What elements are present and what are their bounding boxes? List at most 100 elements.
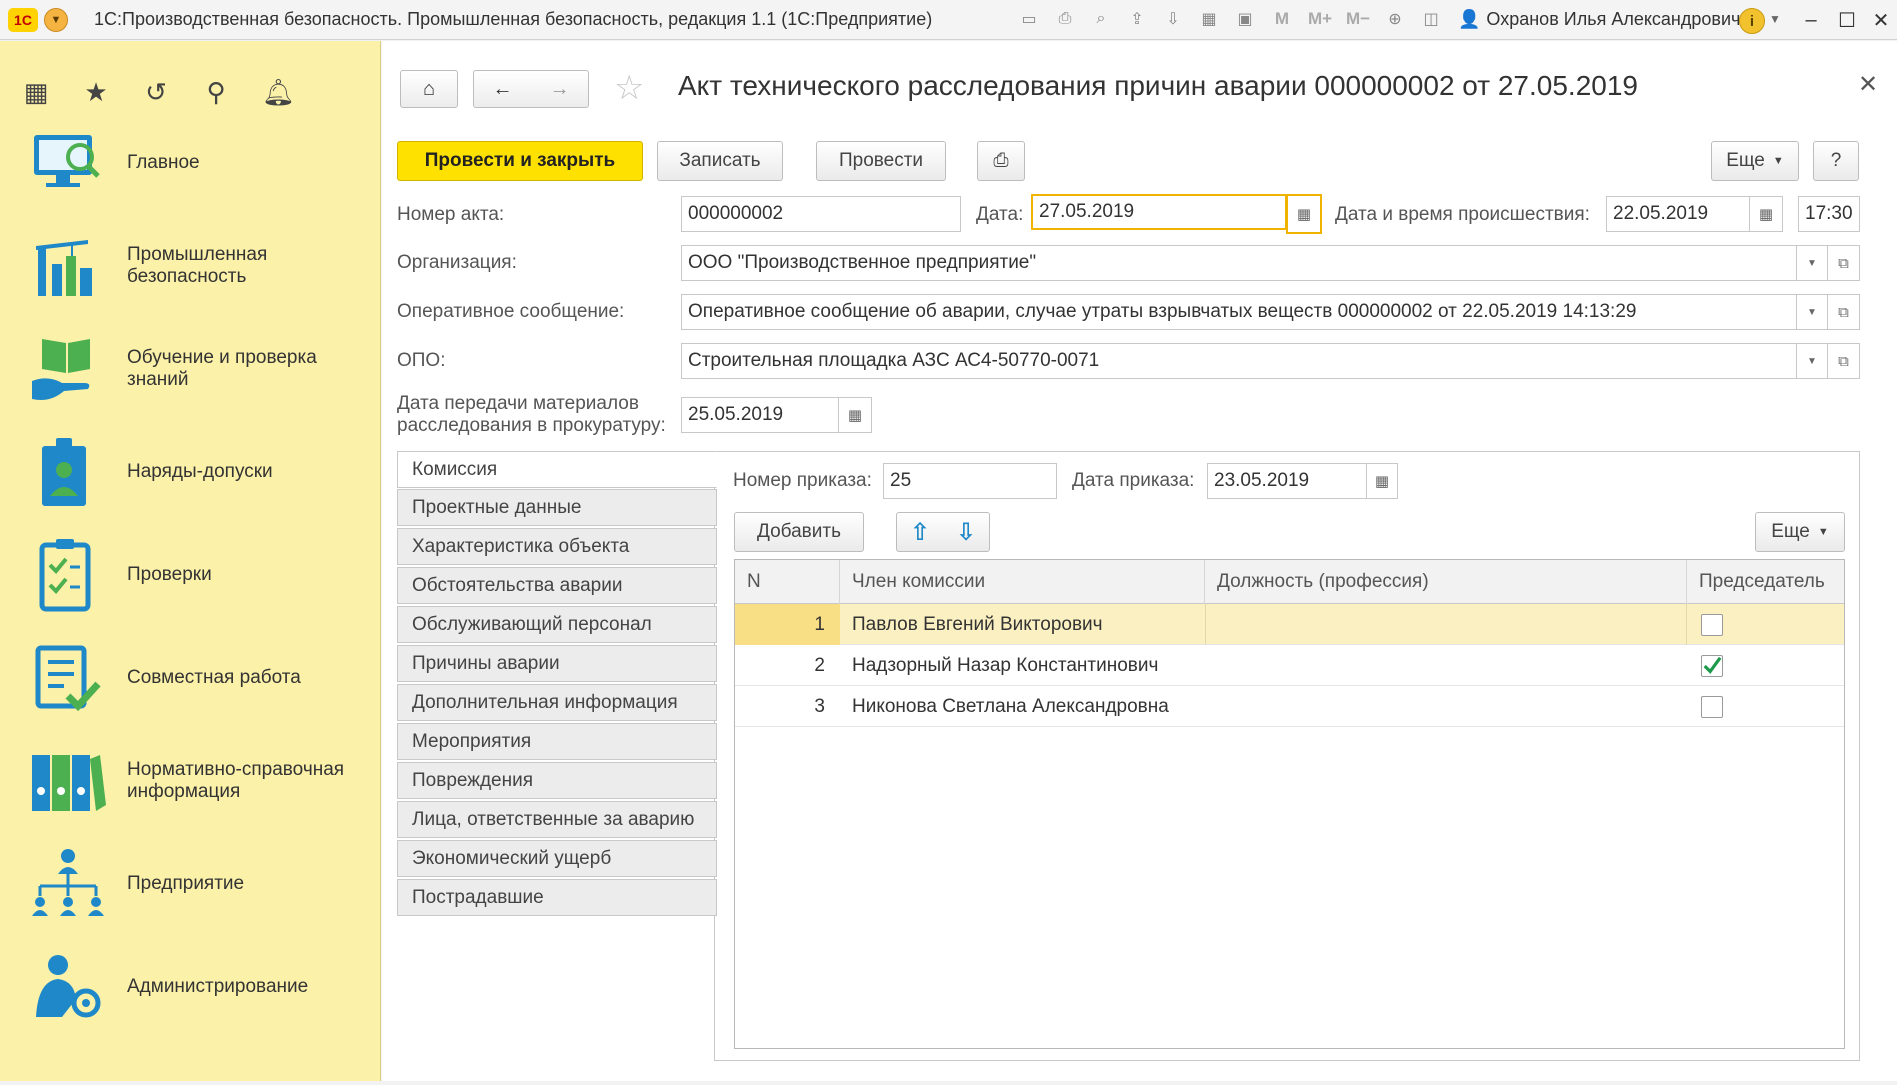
- member-name[interactable]: Надзорный Назар Константинович: [852, 645, 1158, 686]
- opo-input[interactable]: Строительная площадка АЗС АС4-50770-0071: [681, 343, 1797, 379]
- tab-economic-damage[interactable]: Экономический ущерб: [397, 840, 717, 877]
- tab-object-characteristics[interactable]: Характеристика объекта: [397, 528, 717, 565]
- memory-mminus-icon[interactable]: M−: [1344, 6, 1372, 32]
- table-row[interactable]: 2 Надзорный Назар Константинович: [735, 645, 1844, 686]
- column-header-chairman[interactable]: Председатель: [1687, 560, 1845, 604]
- table-row[interactable]: 1 Павлов Евгений Викторович: [735, 604, 1844, 645]
- dropdown-icon[interactable]: ▼: [1796, 245, 1828, 281]
- chairman-checkbox[interactable]: [1701, 614, 1723, 636]
- column-header-n[interactable]: N: [735, 560, 840, 604]
- apps-grid-icon[interactable]: ▦: [22, 77, 50, 108]
- incident-time-input[interactable]: 17:30: [1798, 196, 1860, 232]
- sidebar-item-enterprise[interactable]: Предприятие: [0, 834, 381, 934]
- member-name[interactable]: Павлов Евгений Викторович: [852, 604, 1103, 645]
- position-cell[interactable]: [1205, 604, 1687, 645]
- move-buttons: ⇧ ⇩: [896, 512, 990, 552]
- close-window-icon[interactable]: ✕: [1866, 6, 1896, 34]
- sidebar-item-reference[interactable]: Нормативно-справочная информация: [0, 731, 381, 831]
- save-disk-icon[interactable]: ▭: [1016, 6, 1042, 32]
- info-icon[interactable]: i: [1739, 8, 1765, 34]
- memory-mplus-icon[interactable]: M+: [1306, 6, 1334, 32]
- open-link-icon[interactable]: ⧉: [1827, 245, 1860, 281]
- admin-gear-icon: [36, 955, 101, 1018]
- sidebar-item-administration[interactable]: Администрирование: [0, 937, 381, 1037]
- prosecutor-date-input[interactable]: 25.05.2019: [681, 397, 839, 433]
- help-button[interactable]: ?: [1813, 141, 1859, 181]
- maximize-icon[interactable]: ☐: [1832, 6, 1862, 34]
- sidebar-item-label: Предприятие: [127, 873, 245, 894]
- home-button[interactable]: ⌂: [400, 70, 458, 108]
- preview-icon[interactable]: ⌕: [1088, 6, 1114, 32]
- favorites-star-icon[interactable]: ★: [82, 77, 110, 108]
- download-icon[interactable]: ⇩: [1160, 6, 1186, 32]
- dropdown-icon[interactable]: ▼: [1796, 294, 1828, 330]
- organization-input[interactable]: ООО "Производственное предприятие": [681, 245, 1797, 281]
- chairman-checkbox[interactable]: [1701, 655, 1723, 677]
- panels-icon[interactable]: ◫: [1418, 6, 1444, 32]
- tab-commission[interactable]: Комиссия: [397, 451, 717, 488]
- order-number-input[interactable]: 25: [883, 463, 1057, 499]
- minimize-icon[interactable]: –: [1796, 6, 1826, 34]
- operational-report-input[interactable]: Оперативное сообщение об аварии, случае …: [681, 294, 1797, 330]
- calculator-icon[interactable]: ▦: [1196, 6, 1222, 32]
- calendar-icon[interactable]: ▦: [1749, 196, 1783, 232]
- order-date-input[interactable]: 23.05.2019: [1207, 463, 1367, 499]
- sidebar-item-label: Совместная работа: [127, 667, 301, 688]
- bell-icon[interactable]: 🔔︎: [262, 77, 295, 108]
- more-button[interactable]: Еще ▼: [1711, 141, 1799, 181]
- move-down-arrow-icon[interactable]: ⇩: [956, 518, 976, 547]
- print-icon[interactable]: ⎙: [1052, 6, 1078, 32]
- user-info[interactable]: 👤 Охранов Илья Александрович: [1458, 9, 1740, 30]
- chevron-down-icon[interactable]: ▼: [1769, 12, 1781, 26]
- chairman-checkbox[interactable]: [1701, 696, 1723, 718]
- calendar-icon[interactable]: ▣: [1232, 6, 1258, 32]
- memory-m-icon[interactable]: M: [1268, 6, 1296, 32]
- search-icon[interactable]: ⚲: [202, 77, 230, 108]
- tab-measures[interactable]: Мероприятия: [397, 723, 717, 760]
- open-link-icon[interactable]: ⧉: [1827, 343, 1860, 379]
- calendar-icon[interactable]: ▦: [838, 397, 872, 433]
- tab-accident-causes[interactable]: Причины аварии: [397, 645, 717, 682]
- calendar-icon[interactable]: ▦: [1366, 463, 1398, 499]
- tab-service-personnel[interactable]: Обслуживающий персонал: [397, 606, 717, 643]
- history-icon[interactable]: ↺: [142, 77, 170, 108]
- industrial-plant-icon: [36, 240, 92, 296]
- open-link-icon[interactable]: ⧉: [1827, 294, 1860, 330]
- checklist-icon: [39, 539, 91, 612]
- back-arrow-icon[interactable]: ←: [493, 78, 513, 101]
- post-and-close-button[interactable]: Провести и закрыть: [397, 141, 643, 181]
- incident-date-input[interactable]: 22.05.2019: [1606, 196, 1750, 232]
- close-form-icon[interactable]: ✕: [1858, 70, 1878, 99]
- sidebar-item-training[interactable]: Обучение и проверка знаний: [0, 319, 381, 419]
- tab-project-data[interactable]: Проектные данные: [397, 489, 717, 526]
- post-button[interactable]: Провести: [816, 141, 946, 181]
- act-number-input[interactable]: 000000002: [681, 196, 961, 232]
- table-more-button[interactable]: Еще ▼: [1755, 512, 1845, 552]
- dropdown-icon[interactable]: ▼: [1796, 343, 1828, 379]
- column-header-position[interactable]: Должность (профессия): [1205, 560, 1687, 604]
- favorite-star-icon[interactable]: ☆: [614, 68, 644, 108]
- calendar-icon[interactable]: ▦: [1286, 194, 1322, 234]
- zoom-icon[interactable]: ⊕: [1382, 6, 1408, 32]
- forward-arrow-icon[interactable]: →: [550, 78, 570, 101]
- sidebar-item-permits[interactable]: Наряды-допуски: [0, 422, 381, 522]
- table-row[interactable]: 3 Никонова Светлана Александровна: [735, 686, 1844, 727]
- print-button[interactable]: ⎙: [977, 141, 1025, 181]
- main-menu-button[interactable]: ▼: [44, 7, 68, 32]
- sidebar-item-main[interactable]: Главное: [0, 113, 381, 213]
- add-member-button[interactable]: Добавить: [734, 512, 864, 552]
- member-name[interactable]: Никонова Светлана Александровна: [852, 686, 1169, 727]
- tab-responsible-persons[interactable]: Лица, ответственные за аварию: [397, 801, 717, 838]
- tab-additional-info[interactable]: Дополнительная информация: [397, 684, 717, 721]
- date-input[interactable]: 27.05.2019: [1031, 194, 1287, 230]
- sidebar-item-collaboration[interactable]: Совместная работа: [0, 628, 381, 728]
- tab-accident-circumstances[interactable]: Обстоятельства аварии: [397, 567, 717, 604]
- move-up-arrow-icon[interactable]: ⇧: [910, 518, 930, 547]
- tab-damage[interactable]: Повреждения: [397, 762, 717, 799]
- sidebar-item-industrial-safety[interactable]: Промышленная безопасность: [0, 216, 381, 316]
- save-button[interactable]: Записать: [657, 141, 783, 181]
- tab-victims[interactable]: Пострадавшие: [397, 879, 717, 916]
- upload-icon[interactable]: ⇪: [1124, 6, 1150, 32]
- sidebar-item-inspections[interactable]: Проверки: [0, 525, 381, 625]
- column-header-member[interactable]: Член комиссии: [840, 560, 1205, 604]
